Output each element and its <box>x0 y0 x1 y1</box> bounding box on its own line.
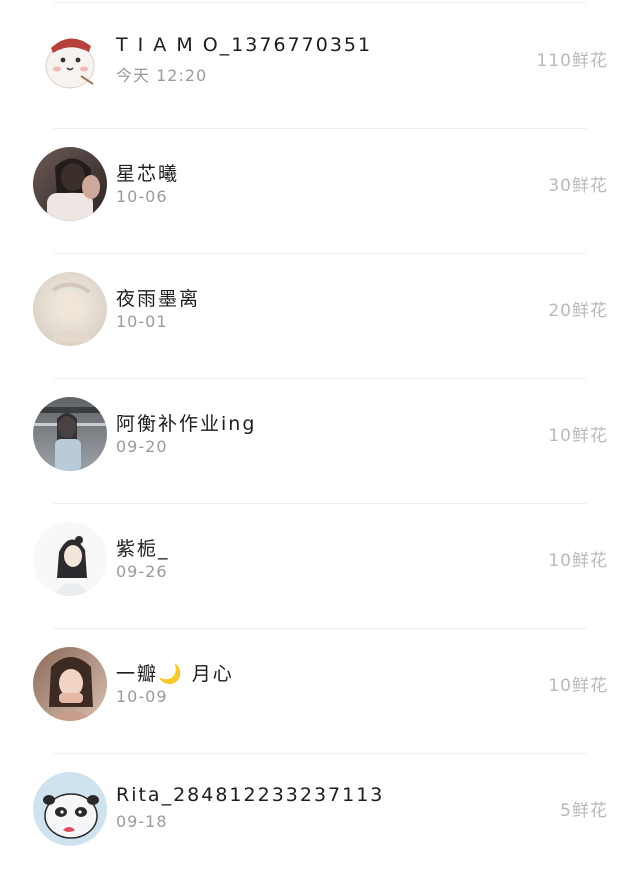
contact-name: 夜雨墨离 <box>116 288 201 310</box>
contact-name: 星芯曦 <box>116 163 180 185</box>
flower-count: 10鲜花 <box>548 676 608 696</box>
list-item[interactable]: 夜雨墨离 10-01 20鲜花 <box>0 254 640 379</box>
list-item[interactable]: 阿衡补作业ing 09-20 10鲜花 <box>0 379 640 504</box>
avatar[interactable] <box>33 647 107 721</box>
avatar[interactable] <box>33 397 107 471</box>
contact-list: T I A M O_1376770351 今天 12:20 110鲜花 星芯曦 … <box>0 0 640 867</box>
avatar[interactable] <box>33 522 107 596</box>
contact-date: 09-18 <box>116 812 168 831</box>
contact-name: 阿衡补作业ing <box>116 413 257 435</box>
photo-avatar-icon <box>33 647 107 721</box>
flower-count: 20鲜花 <box>548 301 608 321</box>
flower-count: 5鲜花 <box>560 801 608 821</box>
photo-avatar-icon <box>33 147 107 221</box>
photo-avatar-icon <box>33 272 107 346</box>
contact-date: 10-06 <box>116 187 168 206</box>
flower-count: 110鲜花 <box>536 51 608 71</box>
flower-count: 30鲜花 <box>548 176 608 196</box>
avatar[interactable] <box>33 772 107 846</box>
list-item[interactable]: T I A M O_1376770351 今天 12:20 110鲜花 <box>0 4 640 129</box>
contact-name: Rita_284812233237113 <box>116 784 385 806</box>
avatar[interactable] <box>33 272 107 346</box>
contact-date: 09-20 <box>116 437 168 456</box>
contact-date: 今天 12:20 <box>116 66 208 85</box>
divider <box>54 2 586 3</box>
panda-avatar-icon <box>33 22 107 96</box>
list-item[interactable]: Rita_284812233237113 09-18 5鲜花 <box>0 754 640 879</box>
list-item[interactable]: 紫栀_ 09-26 10鲜花 <box>0 504 640 629</box>
contact-date: 10-01 <box>116 312 168 331</box>
avatar[interactable] <box>33 147 107 221</box>
contact-name: T I A M O_1376770351 <box>116 34 373 56</box>
flower-count: 10鲜花 <box>548 426 608 446</box>
flower-count: 10鲜花 <box>548 551 608 571</box>
illustration-avatar-icon <box>33 522 107 596</box>
contact-name: 一瓣🌙 月心 <box>116 663 234 685</box>
contact-date: 10-09 <box>116 687 168 706</box>
list-item[interactable]: 一瓣🌙 月心 10-09 10鲜花 <box>0 629 640 754</box>
photo-avatar-icon <box>33 397 107 471</box>
contact-name: 紫栀_ <box>116 538 170 560</box>
avatar[interactable] <box>33 22 107 96</box>
list-item[interactable]: 星芯曦 10-06 30鲜花 <box>0 129 640 254</box>
panda-avatar-icon <box>33 772 107 846</box>
contact-date: 09-26 <box>116 562 168 581</box>
